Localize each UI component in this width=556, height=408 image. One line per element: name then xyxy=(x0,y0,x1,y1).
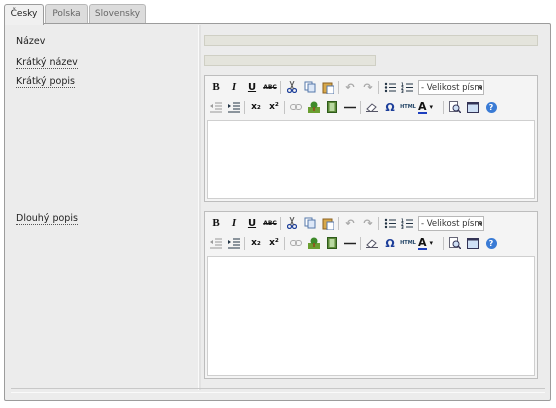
separator xyxy=(280,81,281,94)
copy-icon[interactable] xyxy=(302,79,318,95)
copy-icon[interactable] xyxy=(302,215,318,231)
indent-icon[interactable] xyxy=(226,235,242,251)
separator xyxy=(378,81,379,94)
label-kratky-popis: Krátký popis xyxy=(16,76,75,88)
bullet-list-icon[interactable] xyxy=(382,79,398,95)
superscript-icon[interactable]: x² xyxy=(266,99,282,115)
bullet-list-icon[interactable] xyxy=(382,215,398,231)
redo-icon[interactable]: ↷ xyxy=(360,79,376,95)
undo-icon[interactable]: ↶ xyxy=(342,79,358,95)
horizontal-rule-icon[interactable] xyxy=(342,235,358,251)
fullscreen-icon[interactable] xyxy=(465,235,481,251)
font-size-select[interactable]: - Velikost písma ▾ xyxy=(418,80,484,95)
label-nazev: Název xyxy=(16,36,46,47)
separator xyxy=(280,217,281,230)
separator xyxy=(244,237,245,250)
italic-icon[interactable]: I xyxy=(226,215,242,231)
kratky-popis-textarea[interactable] xyxy=(207,120,535,199)
chevron-down-icon: ▾ xyxy=(478,84,482,92)
underline-icon[interactable]: U xyxy=(244,215,260,231)
paste-icon[interactable] xyxy=(320,215,336,231)
font-color-icon[interactable]: A ▾ xyxy=(418,99,440,115)
separator xyxy=(360,101,361,114)
horizontal-rule-icon[interactable] xyxy=(342,99,358,115)
link-icon[interactable] xyxy=(288,99,304,115)
strikethrough-icon[interactable]: ABC xyxy=(262,79,278,95)
cut-icon[interactable] xyxy=(284,215,300,231)
italic-icon[interactable]: I xyxy=(226,79,242,95)
media-icon[interactable] xyxy=(324,235,340,251)
label-dlouhy-popis: Dlouhý popis xyxy=(16,213,78,225)
tab-polska[interactable]: Polska xyxy=(45,4,88,23)
column-divider xyxy=(198,25,201,390)
help-icon[interactable]: ? xyxy=(483,99,499,115)
bold-icon[interactable]: B xyxy=(208,215,224,231)
font-size-select[interactable]: - Velikost písma ▾ xyxy=(418,216,484,231)
undo-icon[interactable]: ↶ xyxy=(342,215,358,231)
fullscreen-icon[interactable] xyxy=(465,99,481,115)
bold-icon[interactable]: B xyxy=(208,79,224,95)
underline-icon[interactable]: U xyxy=(244,79,260,95)
svg-text:3: 3 xyxy=(401,89,404,93)
html-icon[interactable]: HTML xyxy=(400,99,416,115)
separator xyxy=(443,101,444,114)
separator xyxy=(378,217,379,230)
numbered-list-icon[interactable]: 123 xyxy=(399,79,415,95)
chevron-down-icon: ▾ xyxy=(429,239,434,247)
separator xyxy=(338,217,339,230)
special-char-icon[interactable]: Ω xyxy=(382,99,398,115)
special-char-icon[interactable]: Ω xyxy=(382,235,398,251)
eraser-icon[interactable] xyxy=(364,235,380,251)
preview-icon[interactable] xyxy=(447,99,463,115)
chevron-down-icon: ▾ xyxy=(429,103,434,111)
dlouhy-popis-textarea[interactable] xyxy=(207,256,535,376)
subscript-icon[interactable]: x₂ xyxy=(248,99,264,115)
image-icon[interactable] xyxy=(306,99,322,115)
media-icon[interactable] xyxy=(324,99,340,115)
superscript-icon[interactable]: x² xyxy=(266,235,282,251)
separator xyxy=(443,237,444,250)
html-icon[interactable]: HTML xyxy=(400,235,416,251)
separator xyxy=(244,101,245,114)
cut-icon[interactable] xyxy=(284,79,300,95)
chevron-down-icon: ▾ xyxy=(478,220,482,228)
nazev-input[interactable] xyxy=(204,35,538,46)
subscript-icon[interactable]: x₂ xyxy=(248,235,264,251)
outdent-icon[interactable] xyxy=(208,99,224,115)
redo-icon[interactable]: ↷ xyxy=(360,215,376,231)
indent-icon[interactable] xyxy=(226,99,242,115)
label-kratky-nazev: Krátký název xyxy=(16,57,78,69)
dlouhy-popis-editor: B I U ABC ↶ ↷ 123 - Velikost písma ▾ x₂ x… xyxy=(204,211,538,379)
font-color-icon[interactable]: A ▾ xyxy=(418,235,440,251)
preview-icon[interactable] xyxy=(447,235,463,251)
tab-cesky[interactable]: Česky xyxy=(4,4,44,25)
form-panel: Název Krátký název Krátký popis B I U AB… xyxy=(4,23,551,401)
image-icon[interactable] xyxy=(306,235,322,251)
eraser-icon[interactable] xyxy=(364,99,380,115)
help-icon[interactable]: ? xyxy=(483,235,499,251)
bottom-separator xyxy=(11,388,545,393)
separator xyxy=(284,237,285,250)
outdent-icon[interactable] xyxy=(208,235,224,251)
separator xyxy=(284,101,285,114)
tab-slovensky[interactable]: Slovensky xyxy=(89,4,146,23)
kratky-nazev-input[interactable] xyxy=(204,55,376,66)
paste-icon[interactable] xyxy=(320,79,336,95)
svg-text:3: 3 xyxy=(401,225,404,229)
strikethrough-icon[interactable]: ABC xyxy=(262,215,278,231)
kratky-popis-editor: B I U ABC ↶ ↷ 123 - Velikost písma ▾ x₂ x… xyxy=(204,75,538,202)
numbered-list-icon[interactable]: 123 xyxy=(399,215,415,231)
separator xyxy=(360,237,361,250)
separator xyxy=(338,81,339,94)
link-icon[interactable] xyxy=(288,235,304,251)
